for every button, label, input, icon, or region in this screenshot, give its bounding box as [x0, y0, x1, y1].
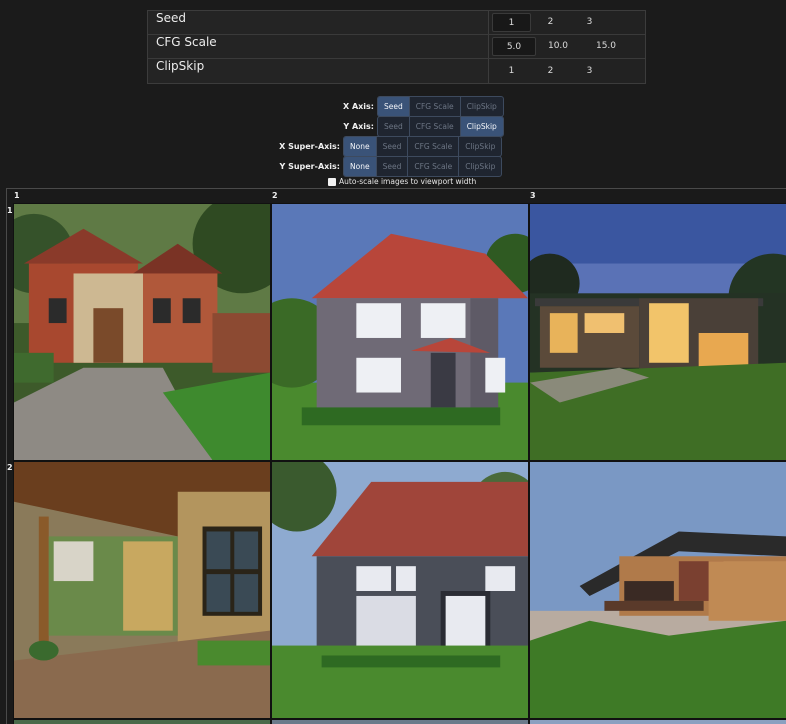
- y-super-axis-option-cfg-scale[interactable]: CFG Scale: [408, 157, 460, 176]
- x-super-axis-selector: X Super-Axis: None Seed CFG Scale ClipSk…: [263, 136, 503, 157]
- column-header: 1: [14, 191, 20, 200]
- patio-image: [14, 462, 270, 718]
- y-super-axis-option-none[interactable]: None: [344, 157, 377, 176]
- param-value-button[interactable]: 1: [492, 62, 531, 81]
- x-super-axis-option-none[interactable]: None: [344, 137, 377, 156]
- y-axis-segmented-control: Seed CFG Scale ClipSkip: [377, 116, 504, 137]
- param-row-clipskip: ClipSkip 1 2 3: [148, 59, 645, 83]
- param-value-button[interactable]: 3: [570, 62, 609, 81]
- y-super-axis-option-clipskip[interactable]: ClipSkip: [459, 157, 501, 176]
- x-axis-segmented-control: Seed CFG Scale ClipSkip: [377, 96, 504, 117]
- villa-image: [14, 204, 270, 460]
- y-super-axis-selector: Y Super-Axis: None Seed CFG Scale ClipSk…: [263, 156, 503, 177]
- gray-house-image: [272, 462, 528, 718]
- param-values: 1 2 3: [489, 11, 645, 34]
- y-axis-option-clipskip[interactable]: ClipSkip: [460, 117, 503, 136]
- x-super-axis-option-cfg-scale[interactable]: CFG Scale: [408, 137, 460, 156]
- param-name: CFG Scale: [148, 35, 489, 58]
- x-super-axis-segmented-control: None Seed CFG Scale ClipSkip: [343, 136, 503, 157]
- x-axis-option-cfg-scale[interactable]: CFG Scale: [410, 97, 461, 116]
- column-header: 3: [530, 191, 536, 200]
- generated-image[interactable]: [271, 461, 529, 719]
- y-axis-selector: Y Axis: Seed CFG Scale ClipSkip: [297, 116, 504, 137]
- param-name: ClipSkip: [148, 59, 489, 83]
- x-super-axis-label: X Super-Axis:: [279, 142, 340, 151]
- auto-scale-label: Auto-scale images to viewport width: [339, 177, 477, 186]
- generated-image[interactable]: [13, 461, 271, 719]
- x-super-axis-option-seed[interactable]: Seed: [377, 137, 409, 156]
- y-super-axis-option-seed[interactable]: Seed: [377, 157, 409, 176]
- y-super-axis-segmented-control: None Seed CFG Scale ClipSkip: [343, 156, 503, 177]
- generated-image[interactable]: [529, 461, 786, 719]
- param-value-button[interactable]: 2: [531, 62, 570, 81]
- y-super-axis-label: Y Super-Axis:: [279, 162, 340, 171]
- auto-scale-toggle[interactable]: Auto-scale images to viewport width: [328, 177, 476, 186]
- house-image: [272, 204, 528, 460]
- row-header: 2: [7, 463, 13, 472]
- auto-scale-checkbox[interactable]: [328, 177, 336, 186]
- modern-house-image: [530, 204, 786, 460]
- param-value-button[interactable]: 2: [531, 13, 570, 32]
- generated-image[interactable]: [529, 203, 786, 461]
- y-axis-label: Y Axis:: [343, 122, 374, 131]
- column-header: 2: [272, 191, 278, 200]
- x-axis-selector: X Axis: Seed CFG Scale ClipSkip: [297, 96, 504, 117]
- param-row-cfg-scale: CFG Scale 5.0 10.0 15.0: [148, 35, 645, 59]
- generated-image[interactable]: [13, 719, 271, 724]
- x-axis-option-clipskip[interactable]: ClipSkip: [461, 97, 503, 116]
- generated-image[interactable]: [13, 203, 271, 461]
- generated-image[interactable]: [271, 719, 529, 724]
- parameter-table: Seed 1 2 3 CFG Scale 5.0 10.0 15.0 ClipS…: [147, 10, 646, 84]
- y-axis-option-seed[interactable]: Seed: [378, 117, 410, 136]
- generated-image[interactable]: [271, 203, 529, 461]
- param-value-button[interactable]: 3: [570, 13, 609, 32]
- hillside-house-image: [530, 462, 786, 718]
- param-row-seed: Seed 1 2 3: [148, 11, 645, 35]
- x-axis-option-seed[interactable]: Seed: [378, 97, 410, 116]
- row-header: 1: [7, 206, 13, 215]
- param-value-button[interactable]: 1: [492, 13, 531, 32]
- param-value-button[interactable]: 5.0: [492, 37, 536, 56]
- param-value-button[interactable]: 15.0: [580, 37, 632, 56]
- param-values: 1 2 3: [489, 59, 645, 83]
- y-axis-option-cfg-scale[interactable]: CFG Scale: [410, 117, 461, 136]
- x-axis-label: X Axis:: [342, 102, 374, 111]
- generated-image[interactable]: [529, 719, 786, 724]
- xy-plot-viewer: { "params": [ {"name": "Seed", "values":…: [0, 0, 786, 724]
- param-value-button[interactable]: 10.0: [536, 37, 580, 56]
- x-super-axis-option-clipskip[interactable]: ClipSkip: [459, 137, 501, 156]
- param-values: 5.0 10.0 15.0: [489, 35, 645, 58]
- param-name: Seed: [148, 11, 489, 34]
